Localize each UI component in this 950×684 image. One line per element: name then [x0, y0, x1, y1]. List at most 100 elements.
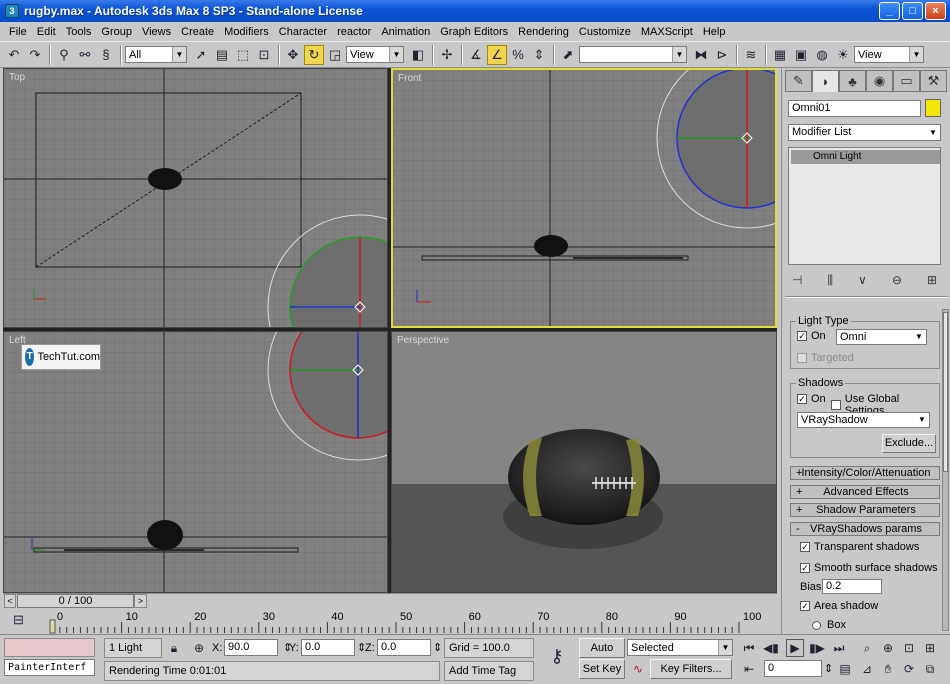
zoom-icon[interactable]: ⌕	[858, 639, 876, 657]
selection-filter-dropdown[interactable]: All ▼	[125, 46, 187, 63]
light-type-dropdown[interactable]: Omni ▼	[836, 329, 927, 345]
menu-character[interactable]: Character	[274, 26, 332, 38]
menu-group[interactable]: Group	[96, 26, 137, 38]
menu-maxscript[interactable]: MAXScript	[636, 26, 698, 38]
shadow-type-dropdown[interactable]: VRayShadow ▼	[797, 412, 930, 428]
time-slider-thumb[interactable]: 0 / 100	[17, 594, 134, 608]
pan-icon[interactable]: ✋︎	[879, 660, 897, 678]
key-filters-button[interactable]: Key Filters...	[650, 659, 732, 679]
spinner-icon[interactable]: ⇕	[433, 641, 442, 654]
play-icon[interactable]: ▶	[786, 639, 804, 657]
minimize-button[interactable]: _	[879, 2, 900, 20]
targeted-checkbox[interactable]: Targeted	[797, 352, 854, 364]
current-frame-marker[interactable]	[49, 619, 56, 634]
time-slider-next-icon[interactable]: >	[134, 594, 147, 608]
shadows-on-checkbox[interactable]: ✓ On	[797, 393, 826, 405]
menu-views[interactable]: Views	[137, 26, 176, 38]
box-radio[interactable]: Box	[812, 619, 846, 631]
menu-modifiers[interactable]: Modifiers	[219, 26, 274, 38]
menu-reactor[interactable]: reactor	[332, 26, 376, 38]
select-by-name-icon[interactable]: ▤	[212, 45, 232, 65]
viewport-label-front[interactable]: Front	[398, 73, 421, 84]
viewport-label-perspective[interactable]: Perspective	[397, 335, 449, 346]
zoom-extents-icon[interactable]: ⊡	[900, 639, 918, 657]
transparent-shadows-checkbox[interactable]: ✓ Transparent shadows	[800, 541, 919, 553]
material-editor-icon[interactable]: ◍	[812, 45, 832, 65]
area-shadow-checkbox[interactable]: ✓ Area shadow	[800, 600, 878, 612]
utilities-tab-icon[interactable]: ⚒	[920, 70, 947, 92]
angle-snap-icon[interactable]: ∠	[487, 44, 507, 65]
rollout-intensity-color-attenuation[interactable]: + Intensity/Color/Attenuation	[790, 466, 940, 480]
snaps-toggle-icon[interactable]: ∡	[466, 45, 486, 65]
schematic-view-icon[interactable]: ▣	[791, 45, 811, 65]
current-frame-field[interactable]: 0	[764, 660, 822, 677]
viewport-label-top[interactable]: Top	[9, 72, 25, 83]
select-and-scale-icon[interactable]: ◲	[325, 45, 345, 65]
menu-edit[interactable]: Edit	[32, 26, 61, 38]
pivot-center-icon[interactable]: ◧	[408, 45, 428, 65]
render-view-dropdown[interactable]: View ▼	[854, 46, 924, 63]
maxscript-mini-listener[interactable]: PainterInterf	[4, 659, 95, 676]
auto-key-button[interactable]: Auto Key	[579, 638, 625, 672]
make-unique-icon[interactable]: ∨	[858, 273, 867, 287]
arc-rotate-icon[interactable]: ⟳	[900, 660, 918, 678]
edit-named-selection-icon[interactable]: ⬈	[558, 45, 578, 65]
viewport-perspective[interactable]: Perspective	[391, 331, 777, 593]
modify-tab-icon[interactable]: ◗	[812, 70, 839, 92]
layer-manager-icon[interactable]: ≋	[741, 45, 761, 65]
smooth-surface-shadows-checkbox[interactable]: ✓ Smooth surface shadows	[800, 562, 938, 574]
select-and-manipulate-icon[interactable]: ✢	[437, 45, 457, 65]
bind-space-warp-icon[interactable]: §	[96, 45, 116, 65]
object-color-swatch[interactable]	[925, 99, 941, 117]
previous-frame-icon[interactable]: ◀▮	[762, 639, 780, 657]
key-mode-dropdown[interactable]: Selected ▼	[627, 639, 733, 656]
stack-item-omni-light[interactable]: Omni Light	[791, 150, 940, 164]
go-to-end-icon[interactable]: ⏭	[830, 639, 848, 657]
key-icon[interactable]: ⚷	[543, 646, 571, 666]
menu-create[interactable]: Create	[176, 26, 219, 38]
remove-modifier-icon[interactable]: ⊖	[892, 273, 902, 287]
hierarchy-tab-icon[interactable]: ♣	[839, 70, 866, 92]
maximize-viewport-icon[interactable]: ⧉	[921, 660, 939, 678]
select-object-icon[interactable]: ➚	[191, 45, 211, 65]
absolute-mode-icon[interactable]: ⊕	[190, 639, 208, 657]
command-panel-scrollbar[interactable]	[942, 309, 949, 631]
set-key-button[interactable]: Set Key	[579, 659, 625, 679]
rollout-vrayshadows-params[interactable]: - VRayShadows params	[790, 522, 940, 536]
reference-coord-dropdown[interactable]: View ▼	[346, 46, 404, 63]
menu-file[interactable]: File	[4, 26, 32, 38]
menu-help[interactable]: Help	[698, 26, 731, 38]
object-name-field[interactable]: Omni01	[788, 100, 921, 117]
z-coordinate-field[interactable]: 0.0	[377, 639, 431, 656]
spinner-icon[interactable]: ⇕	[824, 662, 833, 675]
modifier-list-dropdown[interactable]: Modifier List ▼	[788, 124, 941, 141]
align-icon[interactable]: ⊳	[712, 45, 732, 65]
create-tab-icon[interactable]: ✎	[785, 70, 812, 92]
track-bar[interactable]: ⊟ 0 10 20 30 40 50 60 70 80 90 100	[3, 608, 777, 634]
show-end-result-icon[interactable]: ⫼	[827, 273, 833, 288]
curve-editor-icon[interactable]: ▦	[770, 45, 790, 65]
add-time-tag[interactable]: Add Time Tag	[444, 661, 534, 681]
scrollbar-thumb[interactable]	[943, 312, 948, 472]
maxscript-listener-pink[interactable]	[4, 638, 95, 657]
display-tab-icon[interactable]: ▭	[893, 70, 920, 92]
mirror-icon[interactable]: ⧓	[691, 45, 711, 65]
motion-tab-icon[interactable]: ◉	[866, 70, 893, 92]
select-and-rotate-icon[interactable]: ↻	[304, 44, 324, 65]
rectangular-selection-icon[interactable]: ⬚	[233, 45, 253, 65]
zoom-all-icon[interactable]: ⊕	[879, 639, 897, 657]
next-frame-icon[interactable]: ▮▶	[808, 639, 826, 657]
undo-icon[interactable]: ↶	[4, 45, 24, 65]
go-to-start-icon[interactable]: ⏮	[740, 639, 758, 657]
close-button[interactable]: ×	[925, 2, 946, 20]
key-mode-toggle-icon[interactable]: ⇤	[740, 660, 758, 678]
viewport-top[interactable]: Top	[3, 68, 388, 328]
time-configuration-icon[interactable]: ▤	[836, 660, 854, 678]
menu-animation[interactable]: Animation	[376, 26, 435, 38]
spinner-snap-icon[interactable]: ⇕	[529, 45, 549, 65]
percent-snap-icon[interactable]: %	[508, 45, 528, 65]
y-coordinate-field[interactable]: 0.0	[301, 639, 355, 656]
x-coordinate-field[interactable]: 90.0	[224, 639, 278, 656]
light-on-checkbox[interactable]: ✓ On	[797, 330, 826, 342]
zoom-extents-all-icon[interactable]: ⊞	[921, 639, 939, 657]
